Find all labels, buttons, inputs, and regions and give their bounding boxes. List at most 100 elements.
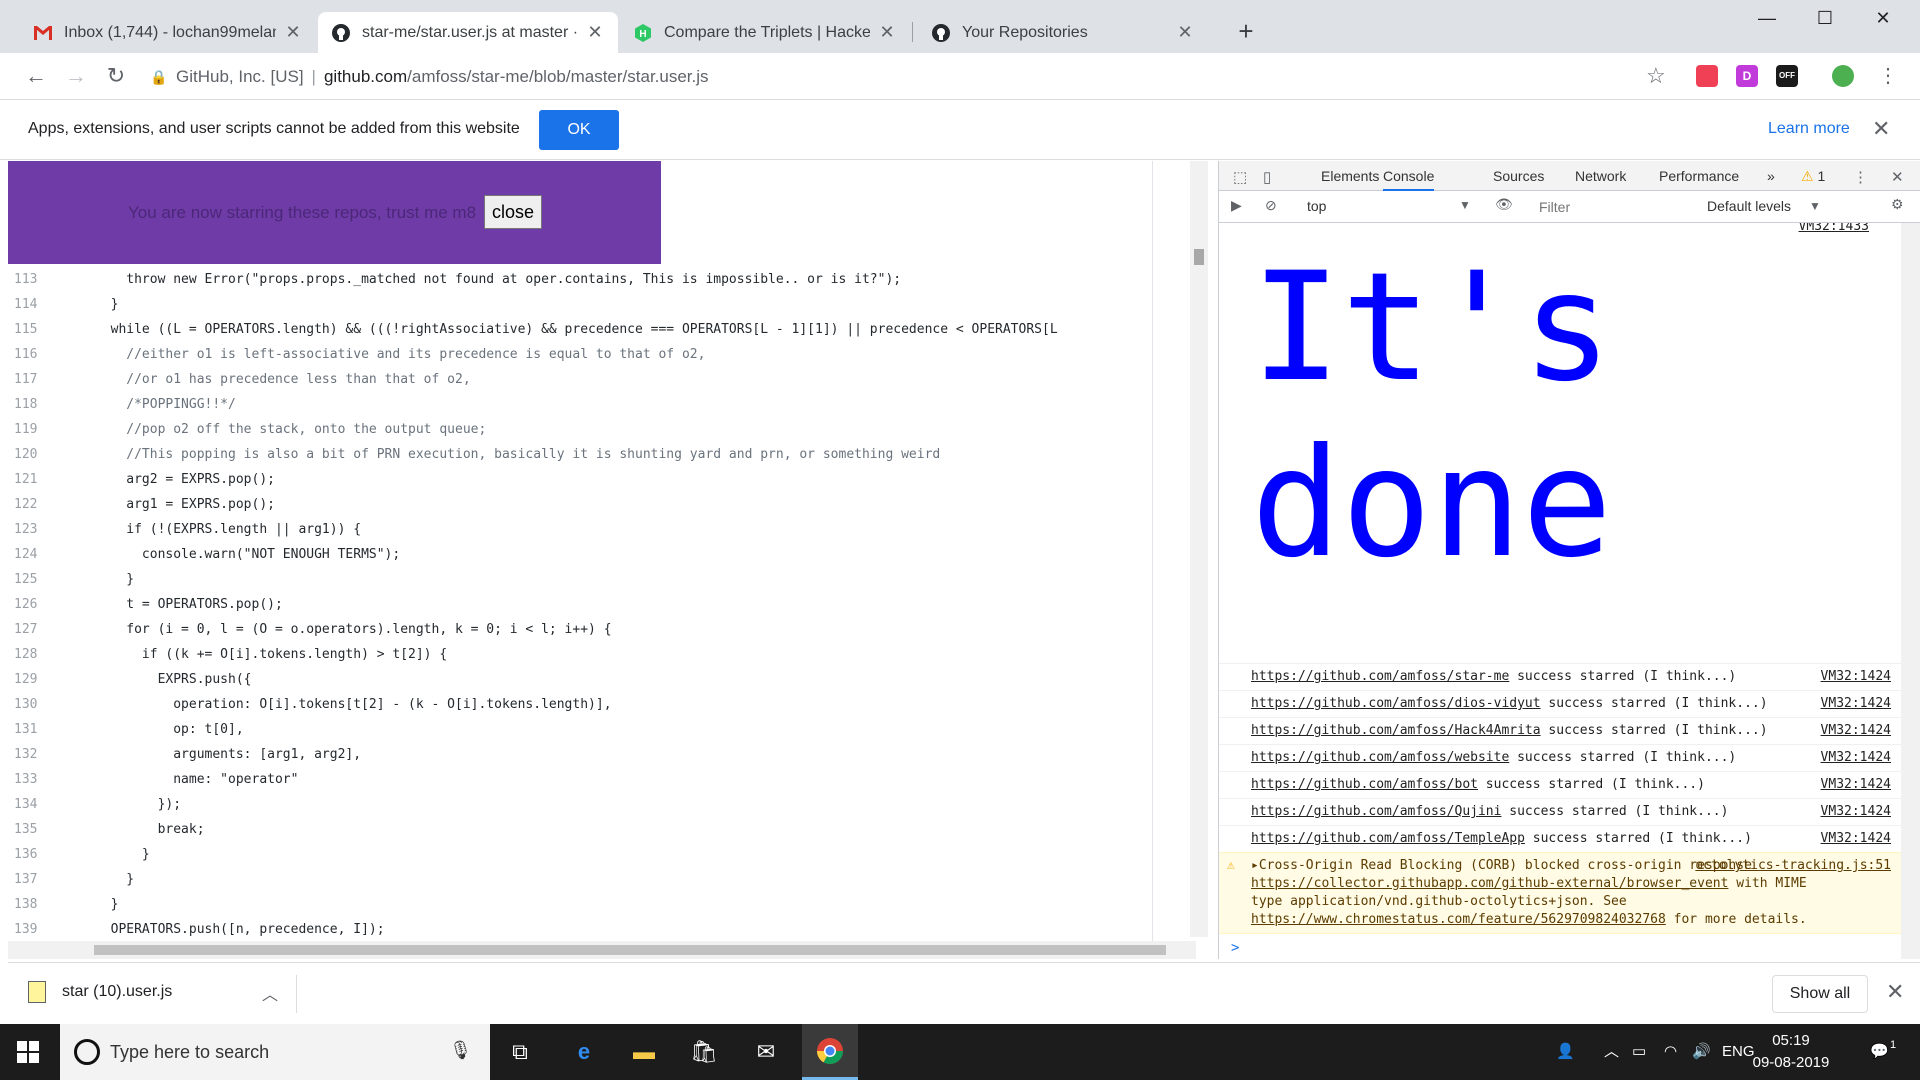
window-close-icon[interactable]: ✕ [1860,8,1906,32]
device-toolbar-icon[interactable]: ▯ [1263,168,1271,186]
line-number[interactable]: 135 [8,822,48,837]
source-link[interactable]: VM32:1424 [1821,749,1891,767]
tab-network[interactable]: Network [1575,161,1626,191]
chevron-up-icon[interactable]: ︿ [262,981,278,1005]
back-arrow-icon[interactable]: ← [22,63,50,91]
context-selector[interactable]: top [1307,198,1326,214]
repo-link[interactable]: https://github.com/amfoss/bot [1251,777,1478,792]
devtools-menu-icon[interactable]: ⋮ [1853,168,1868,186]
console-prompt[interactable]: > [1219,934,1901,959]
line-number[interactable]: 134 [8,797,48,812]
taskbar-search[interactable]: Type here to search 🎙 [60,1024,490,1080]
line-number[interactable]: 136 [8,847,48,862]
line-number[interactable]: 132 [8,747,48,762]
source-link[interactable]: VM32:1424 [1821,668,1891,686]
line-number[interactable]: 115 [8,322,48,337]
warning-link[interactable]: https://collector.githubapp.com/github-e… [1251,876,1728,891]
learn-more-link[interactable]: Learn more [1768,120,1850,138]
line-number[interactable]: 117 [8,372,48,387]
edge-icon[interactable]: e [556,1024,612,1080]
repo-link[interactable]: https://github.com/amfoss/Qujini [1251,804,1501,819]
line-number[interactable]: 114 [8,297,48,312]
tab-elements[interactable]: Elements [1321,161,1379,191]
store-icon[interactable]: 🛍 [676,1024,732,1080]
repo-link[interactable]: https://github.com/amfoss/Hack4Amrita [1251,723,1541,738]
line-number[interactable]: 130 [8,697,48,712]
line-number[interactable]: 121 [8,472,48,487]
tab-gmail[interactable]: Inbox (1,744) - lochan99melam@ ✕ [20,12,316,53]
line-number[interactable]: 138 [8,897,48,912]
task-view-icon[interactable]: ⧉ [492,1024,548,1080]
inspect-element-icon[interactable]: ⬚ [1233,168,1247,186]
close-tab-icon[interactable]: ✕ [878,22,896,43]
reload-icon[interactable]: ↻ [102,63,130,91]
source-link[interactable]: VM32:1424 [1821,776,1891,794]
more-tabs-icon[interactable]: » [1767,161,1775,191]
warning-count-icon[interactable]: ⚠ 1 [1801,161,1825,191]
sidebar-toggle-icon[interactable]: ▶ [1231,197,1242,214]
source-link[interactable]: VM32:1433 [1799,223,1869,234]
line-number[interactable]: 131 [8,722,48,737]
filter-input[interactable] [1539,196,1699,218]
tab-performance[interactable]: Performance [1659,161,1739,191]
vertical-scrollbar[interactable] [1190,161,1208,937]
ok-button[interactable]: OK [539,110,619,150]
settings-gear-icon[interactable]: ⚙ [1891,196,1904,213]
address-bar[interactable]: 🔒 GitHub, Inc. [US] | github.com /amfoss… [150,59,1660,95]
show-hidden-icons[interactable]: ︿ [1604,1024,1619,1080]
banner-close-button[interactable]: close [484,195,542,229]
tab-hackerrank[interactable]: H Compare the Triplets | HackerRan ✕ [620,12,910,53]
line-number[interactable]: 125 [8,572,48,587]
close-infobar-icon[interactable]: ✕ [1872,116,1890,142]
maximize-icon[interactable]: ☐ [1802,8,1848,32]
source-link[interactable]: VM32:1424 [1821,695,1891,713]
tab-console[interactable]: Console [1383,161,1435,191]
expand-triangle-icon[interactable]: ▸ [1251,858,1259,873]
devtools-close-icon[interactable]: ✕ [1891,168,1904,186]
battery-icon[interactable]: ▭ [1632,1024,1646,1080]
volume-icon[interactable]: 🔊 [1692,1024,1711,1080]
horizontal-scrollbar[interactable] [8,941,1196,959]
new-tab-button[interactable]: + [1232,18,1260,46]
line-number[interactable]: 139 [8,922,48,937]
download-item[interactable]: star (10).user.js [28,981,172,1003]
close-tab-icon[interactable]: ✕ [586,22,604,43]
source-link[interactable]: VM32:1424 [1821,830,1891,848]
line-number[interactable]: 126 [8,597,48,612]
line-number[interactable]: 133 [8,772,48,787]
line-number[interactable]: 128 [8,647,48,662]
honey-icon[interactable]: OFF [1776,65,1798,87]
notifications-icon[interactable]: 💬 [1870,1024,1889,1080]
clear-console-icon[interactable]: ⊘ [1265,197,1277,214]
line-number[interactable]: 116 [8,347,48,362]
repo-link[interactable]: https://github.com/amfoss/star-me [1251,669,1509,684]
line-number[interactable]: 120 [8,447,48,462]
eye-icon[interactable]: 👁 [1495,196,1513,213]
profile-avatar-icon[interactable] [1832,65,1854,87]
site-identity[interactable]: GitHub, Inc. [US] [176,67,304,87]
source-link[interactable]: VM32:1424 [1821,803,1891,821]
line-number[interactable]: 129 [8,672,48,687]
close-tab-icon[interactable]: ✕ [1176,22,1194,43]
microphone-icon[interactable]: 🎙 [449,1040,472,1061]
menu-kebab-icon[interactable]: ⋮ [1874,63,1902,91]
tab-star-me[interactable]: star-me/star.user.js at master · am ✕ [318,12,618,53]
log-levels-dropdown[interactable]: Default levels [1707,198,1791,214]
mail-icon[interactable]: ✉ [738,1024,794,1080]
console-scrollbar[interactable] [1901,223,1920,959]
repo-link[interactable]: https://github.com/amfoss/website [1251,750,1509,765]
repo-link[interactable]: https://github.com/amfoss/dios-vidyut [1251,696,1541,711]
repo-link[interactable]: https://github.com/amfoss/TempleApp [1251,831,1525,846]
scroll-thumb[interactable] [1194,249,1204,265]
source-link[interactable]: octolytics-tracking.js:51 [1695,857,1891,875]
forward-arrow-icon[interactable]: → [62,63,90,91]
line-number[interactable]: 123 [8,522,48,537]
show-all-button[interactable]: Show all [1772,975,1868,1013]
pocket-icon[interactable] [1696,65,1718,87]
file-explorer-icon[interactable]: ▬ [616,1024,672,1080]
line-number[interactable]: 124 [8,547,48,562]
scroll-thumb[interactable] [94,945,1166,955]
line-number[interactable]: 118 [8,397,48,412]
warning-link[interactable]: https://www.chromestatus.com/feature/562… [1251,912,1666,927]
tab-sources[interactable]: Sources [1493,161,1544,191]
